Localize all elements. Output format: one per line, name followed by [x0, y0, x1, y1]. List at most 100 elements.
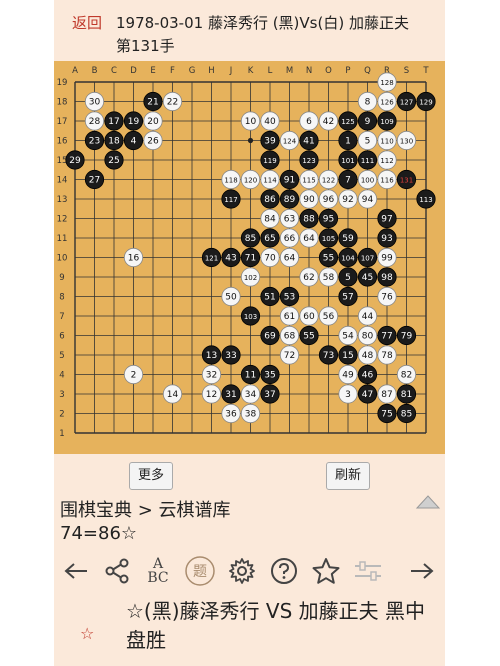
arrow-left-icon[interactable]	[58, 553, 94, 589]
row-label: 3	[59, 390, 64, 400]
row-label: 2	[59, 410, 64, 420]
move-number-label: 17	[108, 117, 119, 127]
favorite-star[interactable]: ☆	[80, 624, 94, 643]
breadcrumb[interactable]: 围棋宝典 > 云棋谱库	[60, 496, 231, 522]
move-number-label: 42	[323, 117, 334, 127]
move-number-label: 45	[362, 273, 373, 283]
gear-icon[interactable]	[224, 553, 260, 589]
move-number-label: 2	[131, 371, 137, 381]
move-number-label: 71	[245, 254, 256, 264]
help-icon[interactable]	[266, 553, 302, 589]
move-number-label: 38	[245, 410, 257, 420]
move-number-label: 128	[380, 79, 393, 87]
row-label: 13	[57, 195, 68, 205]
move-number-label: 120	[244, 177, 257, 185]
move-number-label: 41	[303, 137, 314, 147]
slider-icon[interactable]	[350, 553, 386, 589]
column-label: N	[306, 66, 312, 76]
move-number-label: 114	[263, 177, 277, 185]
board-svg[interactable]: A B C D E F G H J K L M N O P Q R S T191817161514131211109…	[54, 61, 445, 454]
move-number-label: 60	[303, 312, 315, 322]
column-label: H	[208, 66, 214, 76]
move-number-label: 53	[284, 293, 295, 303]
row-label: 9	[59, 273, 64, 283]
move-number-label: 33	[225, 351, 236, 361]
move-number-label: 98	[381, 273, 393, 283]
move-number-label: 76	[381, 293, 393, 303]
problem-icon[interactable]: 题	[182, 553, 218, 589]
move-number-label: 81	[401, 390, 412, 400]
move-number-label: 21	[147, 98, 158, 108]
scroll-top-icon[interactable]	[415, 490, 441, 512]
move-number-label: 75	[381, 410, 392, 420]
move-number-label: 14	[167, 390, 179, 400]
move-number-label: 51	[264, 293, 275, 303]
move-number-label: 127	[400, 99, 413, 107]
app-panel: 返回 1978-03-01 藤泽秀行 (黑)Vs(白) 加藤正夫 第131手 A…	[54, 0, 445, 666]
column-label: G	[189, 66, 196, 76]
move-number-label: 1	[345, 137, 351, 147]
star-icon[interactable]	[308, 553, 344, 589]
move-number-label: 19	[128, 117, 140, 127]
move-number-label: 124	[283, 138, 297, 146]
move-number-label: 113	[419, 196, 432, 204]
move-number-label: 130	[400, 138, 413, 146]
move-number-label: 72	[284, 351, 295, 361]
move-number-label: 40	[264, 117, 276, 127]
arrow-right-icon[interactable]	[404, 553, 440, 589]
move-number-label: 66	[284, 234, 296, 244]
move-number-label: 32	[206, 371, 217, 381]
share-icon[interactable]	[99, 553, 135, 589]
move-number-label: 79	[401, 332, 413, 342]
move-number-label: 117	[224, 196, 237, 204]
row-label: 10	[57, 254, 68, 264]
row-label: 1	[59, 429, 64, 439]
move-number-label: 10	[245, 117, 257, 127]
move-number-label: 55	[303, 332, 314, 342]
move-number-label: 89	[284, 195, 296, 205]
move-number-label: 11	[245, 371, 256, 381]
move-number-label: 7	[345, 176, 351, 186]
move-number-label: 92	[342, 195, 353, 205]
move-number-label: 96	[323, 195, 335, 205]
move-number-label: 54	[342, 332, 354, 342]
column-label: Q	[364, 66, 371, 76]
move-number-label: 86	[264, 195, 276, 205]
abc-icon[interactable]: A BC	[140, 553, 176, 589]
more-button[interactable]: 更多	[129, 462, 174, 490]
refresh-button[interactable]: 刷新	[326, 462, 371, 490]
move-number-label: 64	[284, 254, 296, 264]
move-number-label: 8	[365, 98, 371, 108]
row-label: 7	[59, 312, 64, 322]
row-label: 12	[57, 215, 68, 225]
move-number-label: 39	[264, 137, 276, 147]
move-number-label: 94	[362, 195, 374, 205]
column-label: M	[286, 66, 293, 76]
move-number-label: 85	[401, 410, 412, 420]
toolbar: A BC 题	[54, 553, 445, 591]
row-label: 5	[59, 351, 64, 361]
move-number-label: 102	[244, 274, 257, 282]
game-title: 1978-03-01 藤泽秀行 (黑)Vs(白) 加藤正夫	[116, 14, 409, 32]
move-number-label: 123	[302, 157, 315, 165]
move-number-label: 69	[264, 332, 276, 342]
move-number-label: 111	[361, 157, 374, 165]
move-number-label: 105	[322, 235, 335, 243]
move-number-label: 25	[108, 156, 119, 166]
move-number-label: 88	[303, 215, 315, 225]
row-label: 17	[57, 117, 68, 127]
back-button[interactable]: 返回	[72, 12, 102, 33]
move-number-label: 116	[380, 177, 394, 185]
go-board[interactable]: A B C D E F G H J K L M N O P Q R S T 19 18 17 16 15 14 13 12 11 10 9…	[54, 61, 445, 454]
move-number-label: 48	[362, 351, 374, 361]
move-number-label: 5	[365, 137, 371, 147]
star-point	[247, 137, 254, 144]
move-number-label: 115	[302, 177, 315, 185]
move-number-label: 80	[362, 332, 374, 342]
move-number-label: 3	[345, 390, 351, 400]
move-number-label: 112	[380, 157, 393, 165]
move-number-label: 37	[264, 390, 275, 400]
move-number-label: 99	[381, 254, 393, 264]
move-number-label: 55	[323, 254, 334, 264]
move-number-label: 119	[263, 157, 276, 165]
